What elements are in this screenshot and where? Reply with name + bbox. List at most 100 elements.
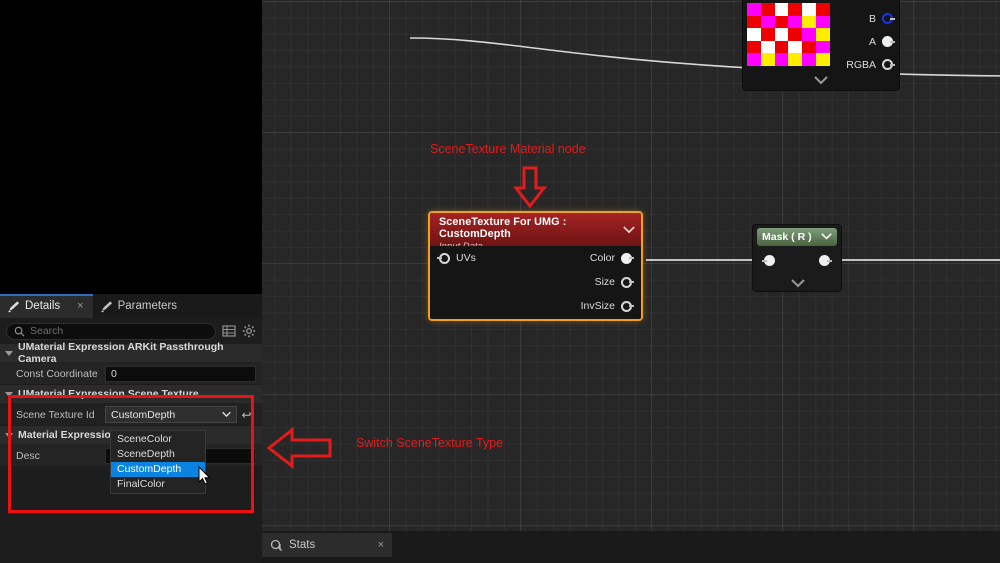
checker-cell	[747, 16, 761, 29]
mask-collapse-chevron[interactable]	[821, 231, 832, 243]
search-box[interactable]	[6, 323, 216, 340]
output-pin-label-invsize: InvSize	[581, 300, 615, 312]
dropdown-option-scenecolor[interactable]: SceneColor	[111, 432, 205, 447]
wire-mask-out	[830, 248, 1000, 272]
search-input[interactable]	[30, 325, 208, 337]
tab-parameters[interactable]: Parameters	[93, 294, 186, 318]
checker-cell	[747, 28, 761, 41]
checkerboard-texture-preview	[747, 3, 830, 66]
output-pin-rgba[interactable]	[882, 59, 893, 70]
checker-cell	[788, 28, 802, 41]
property-field-const-coordinate	[105, 366, 262, 382]
wire-texture-a	[410, 30, 1000, 90]
mouse-cursor	[198, 466, 212, 486]
checker-cell	[761, 16, 775, 29]
checker-cell	[775, 41, 789, 54]
pin-label-a: A	[869, 36, 876, 48]
app-root: SceneTexture Material node Switch SceneT…	[0, 0, 1000, 563]
left-arrow-annotation	[266, 427, 332, 469]
details-tabbar: Details × Parameters	[0, 294, 262, 318]
output-pin-row-invsize[interactable]: InvSize	[581, 300, 632, 312]
checker-cell	[761, 28, 775, 41]
tab-details-label: Details	[25, 300, 60, 312]
checker-cell	[747, 3, 761, 16]
stats-tab-label: Stats	[289, 539, 315, 551]
tab-parameters-label: Parameters	[118, 300, 177, 312]
checker-cell	[788, 16, 802, 29]
const-coordinate-input[interactable]	[105, 366, 256, 382]
gear-icon[interactable]	[242, 324, 256, 338]
viewport-preview[interactable]	[0, 0, 262, 294]
checker-cell	[816, 53, 830, 66]
checker-cell	[761, 3, 775, 16]
pin-row-rgba[interactable]: RGBA	[846, 53, 893, 76]
checker-cell	[802, 53, 816, 66]
output-pin-color[interactable]	[621, 253, 632, 264]
pin-label-b: B	[869, 13, 876, 25]
output-pin-label-size: Size	[595, 276, 615, 288]
dropdown-option-customdepth[interactable]: CustomDepth	[111, 462, 205, 477]
mask-node-body	[753, 246, 841, 291]
checker-cell	[802, 28, 816, 41]
scene-texture-node-body: UVs Color Size InvSize	[430, 246, 641, 321]
checker-cell	[788, 3, 802, 16]
checker-cell	[816, 16, 830, 29]
annotation-node-label: SceneTexture Material node	[430, 142, 586, 156]
dropdown-option-finalcolor[interactable]: FinalColor	[111, 477, 205, 492]
mask-node-title: Mask ( R )	[762, 231, 812, 243]
category-arkit-passthrough-camera[interactable]: UMaterial Expression ARKit Passthrough C…	[0, 344, 262, 363]
category-title: UMaterial Expression ARKit Passthrough C…	[18, 341, 262, 365]
output-pin-label-color: Color	[590, 252, 615, 264]
checker-cell	[747, 53, 761, 66]
output-pin-row-size[interactable]: Size	[595, 276, 632, 288]
mask-node-header: Mask ( R )	[757, 228, 837, 246]
pin-row-b[interactable]: B	[846, 7, 893, 30]
checker-cell	[802, 3, 816, 16]
checker-cell	[775, 28, 789, 41]
checker-cell	[816, 3, 830, 16]
checker-cell	[775, 3, 789, 16]
scene-texture-node[interactable]: SceneTexture For UMG : CustomDepth Input…	[428, 211, 643, 321]
scene-texture-collapse-chevron[interactable]	[623, 221, 635, 239]
pen-icon	[100, 300, 113, 313]
checker-cell	[775, 16, 789, 29]
input-pin-row-uvs[interactable]: UVs	[439, 252, 476, 264]
stats-close-icon[interactable]: ×	[378, 539, 384, 551]
output-pin-row-color[interactable]: Color	[590, 252, 632, 264]
checker-cell	[761, 53, 775, 66]
stats-icon	[270, 539, 283, 552]
checker-cell	[816, 28, 830, 41]
scene-texture-node-header: SceneTexture For UMG : CustomDepth Input…	[430, 213, 641, 246]
checker-cell	[816, 41, 830, 54]
mask-input-pin[interactable]	[764, 255, 775, 266]
input-pin-uvs[interactable]	[439, 253, 450, 264]
scene-texture-id-dropdown-list[interactable]: SceneColorSceneDepthCustomDepthFinalColo…	[110, 430, 206, 494]
output-pin-invsize[interactable]	[621, 301, 632, 312]
scene-texture-node-title: SceneTexture For UMG : CustomDepth	[439, 216, 633, 240]
dropdown-option-scenedepth[interactable]: SceneDepth	[111, 447, 205, 462]
down-arrow-annotation	[513, 166, 547, 208]
grid-view-icon[interactable]	[222, 324, 236, 338]
annotation-switch-label: Switch SceneTexture Type	[356, 436, 503, 450]
chevron-down-icon	[5, 351, 13, 356]
checker-cell	[788, 41, 802, 54]
texture-sample-node[interactable]: B A RGBA	[742, 0, 900, 91]
output-pin-size[interactable]	[621, 277, 632, 288]
texture-output-pins: B A RGBA	[846, 7, 893, 76]
pin-row-a[interactable]: A	[846, 30, 893, 53]
pen-icon	[7, 300, 20, 313]
output-pin-a[interactable]	[882, 36, 893, 47]
mask-output-pin[interactable]	[819, 255, 830, 266]
checker-cell	[747, 41, 761, 54]
stats-tab[interactable]: Stats ×	[262, 533, 392, 557]
output-pin-b[interactable]	[882, 13, 893, 24]
tab-details-close-icon[interactable]: ×	[77, 300, 83, 312]
texture-node-collapse-chevron[interactable]	[743, 76, 899, 85]
checker-cell	[802, 41, 816, 54]
input-pin-label-uvs: UVs	[456, 252, 476, 264]
wire-color-to-mask	[646, 248, 766, 272]
tab-details[interactable]: Details ×	[0, 294, 93, 318]
mask-node-collapse-chevron[interactable]	[791, 275, 805, 293]
property-label-const-coordinate: Const Coordinate	[0, 368, 105, 380]
mask-node[interactable]: Mask ( R )	[752, 224, 842, 292]
